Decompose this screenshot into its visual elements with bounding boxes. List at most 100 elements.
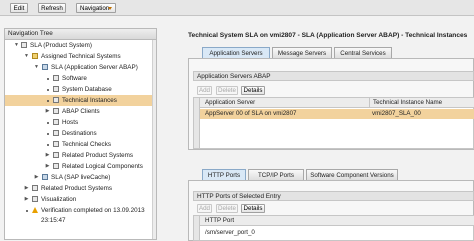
column-header-application-server[interactable]: Application Server	[202, 98, 367, 107]
collapse-icon[interactable]: ▼	[23, 51, 30, 62]
tree-node-destinations[interactable]: Destinations	[5, 128, 156, 139]
bullet-icon	[26, 210, 28, 212]
tree-node-label: SLA (Product System)	[30, 42, 92, 49]
http-ports-table: HTTP Port /sm/server_port_0	[193, 215, 474, 241]
tab-application-servers[interactable]: Application Servers	[202, 47, 270, 58]
tree-node-label: Related Logical Components	[62, 163, 143, 170]
bullet-icon	[47, 133, 49, 135]
tree-node-label: Hosts	[62, 119, 79, 126]
livecache-icon	[42, 174, 48, 180]
expand-icon[interactable]: ▶	[23, 183, 30, 194]
tree-node-sla-sap-livecache[interactable]: ▶ SLA (SAP liveCache)	[5, 172, 156, 183]
software-icon	[53, 75, 59, 81]
expand-icon[interactable]: ▶	[33, 172, 40, 183]
expand-icon[interactable]: ▶	[23, 194, 30, 205]
row-selector[interactable]	[194, 216, 200, 240]
column-header-http-port[interactable]: HTTP Port	[202, 216, 402, 225]
expand-icon[interactable]: ▶	[44, 106, 51, 117]
host-icon	[53, 119, 59, 125]
tree-node-related-product-systems-2[interactable]: ▶ Related Product Systems	[5, 183, 156, 194]
http-port-cell[interactable]: /sm/server_port_0	[202, 228, 402, 237]
bullet-icon	[47, 100, 49, 102]
menu-arrow-icon	[108, 7, 112, 10]
visualization-icon	[32, 196, 38, 202]
expand-icon[interactable]: ▶	[44, 150, 51, 161]
bullet-icon	[47, 89, 49, 91]
tree-node-label: System Database	[62, 86, 112, 93]
bullet-icon	[47, 122, 49, 124]
product-system-icon	[53, 152, 59, 158]
tree-node-label: Technical Instances	[62, 97, 117, 104]
application-server-cell[interactable]: AppServer 00 of SLA on vmi2807	[202, 109, 367, 118]
tree-node-verification-time: 23:15:47	[5, 215, 156, 226]
column-header-technical-instance-name[interactable]: Technical Instance Name	[369, 98, 473, 107]
tab-tcpip-ports[interactable]: TCP/IP Ports	[248, 169, 304, 180]
verification-time: 23:15:47	[41, 217, 66, 224]
navigation-tree-header: Navigation Tree	[5, 29, 156, 40]
http-ports-panel: HTTP Ports of Selected Entry Add Delete …	[188, 180, 474, 241]
check-icon	[53, 141, 59, 147]
tree-node-label: ABAP Clients	[62, 108, 100, 115]
tree-node-technical-instances[interactable]: Technical Instances	[5, 95, 156, 106]
system-icon	[21, 42, 27, 48]
tree-node-assigned-technical-systems[interactable]: ▼ Assigned Technical Systems	[5, 51, 156, 62]
add-port-button[interactable]: Add	[197, 204, 212, 213]
tree-node-abap-clients[interactable]: ▶ ABAP Clients	[5, 106, 156, 117]
tree-node-related-product-systems[interactable]: ▶ Related Product Systems	[5, 150, 156, 161]
delete-port-button[interactable]: Delete	[216, 204, 238, 213]
tree-node-sla-application-server-abap[interactable]: ▼ SLA (Application Server ABAP)	[5, 62, 156, 73]
application-servers-panel: Application Servers ABAP Add Delete Deta…	[188, 58, 474, 150]
collapse-icon[interactable]: ▼	[13, 40, 20, 51]
client-icon	[53, 108, 59, 114]
tree-node-label: SLA (Application Server ABAP)	[51, 64, 138, 71]
navigation-menu-button[interactable]: Navigation	[76, 3, 116, 13]
toolbar	[0, 0, 474, 16]
application-servers-table: Application Server Technical Instance Na…	[193, 97, 474, 149]
details-button[interactable]: Details	[241, 86, 265, 95]
page-title: Technical System SLA on vmi2807 - SLA (A…	[188, 32, 468, 39]
tree-node-hosts[interactable]: Hosts	[5, 117, 156, 128]
details-port-button[interactable]: Details	[241, 204, 265, 213]
delete-button[interactable]: Delete	[216, 86, 238, 95]
tree-node-label: Related Product Systems	[62, 152, 134, 159]
tab-central-services[interactable]: Central Services	[334, 47, 392, 58]
server-icon	[42, 64, 48, 70]
folder-icon	[32, 53, 38, 59]
tree-node-label: Related Product Systems	[41, 185, 113, 192]
tree-node-label: Destinations	[62, 130, 97, 137]
tree-node-software[interactable]: Software	[5, 73, 156, 84]
tree-scrollbar[interactable]	[152, 40, 156, 239]
tree-node-related-logical-components[interactable]: ▶ Related Logical Components	[5, 161, 156, 172]
bullet-icon	[47, 144, 49, 146]
technical-instance-name-cell[interactable]: vmi2807_SLA_00	[369, 109, 473, 118]
row-selector[interactable]	[194, 98, 200, 148]
http-ports-header: HTTP Ports of Selected Entry	[193, 191, 474, 201]
instance-icon	[53, 97, 59, 103]
refresh-button[interactable]: Refresh	[38, 3, 66, 13]
bullet-icon	[47, 78, 49, 80]
tab-software-component-versions[interactable]: Software Component Versions	[306, 169, 398, 180]
tree-node-sla-product-system[interactable]: ▼ SLA (Product System)	[5, 40, 156, 51]
add-button[interactable]: Add	[197, 86, 212, 95]
tree-node-technical-checks[interactable]: Technical Checks	[5, 139, 156, 150]
tree-node-label: Technical Checks	[62, 141, 111, 148]
tree-node-system-database[interactable]: System Database	[5, 84, 156, 95]
tree-node-label: Software	[62, 75, 87, 82]
edit-button[interactable]: Edit	[10, 3, 28, 13]
tree-node-label: Visualization	[41, 196, 77, 203]
destination-icon	[53, 130, 59, 136]
tree-node-label: SLA (SAP liveCache)	[51, 174, 111, 181]
tab-message-servers[interactable]: Message Servers	[272, 47, 332, 58]
database-icon	[53, 86, 59, 92]
logical-component-icon	[53, 163, 59, 169]
navigation-tree-panel: Navigation Tree ▼ SLA (Product System) ▼…	[4, 28, 157, 240]
product-system-icon	[32, 185, 38, 191]
tree-node-visualization[interactable]: ▶ Visualization	[5, 194, 156, 205]
expand-icon[interactable]: ▶	[44, 161, 51, 172]
collapse-icon[interactable]: ▼	[33, 62, 40, 73]
tree-node-label: Assigned Technical Systems	[41, 53, 121, 60]
tab-http-ports[interactable]: HTTP Ports	[202, 169, 246, 180]
application-servers-header: Application Servers ABAP	[193, 71, 474, 81]
warning-icon	[32, 207, 38, 213]
navigation-label: Navigation	[80, 5, 110, 12]
